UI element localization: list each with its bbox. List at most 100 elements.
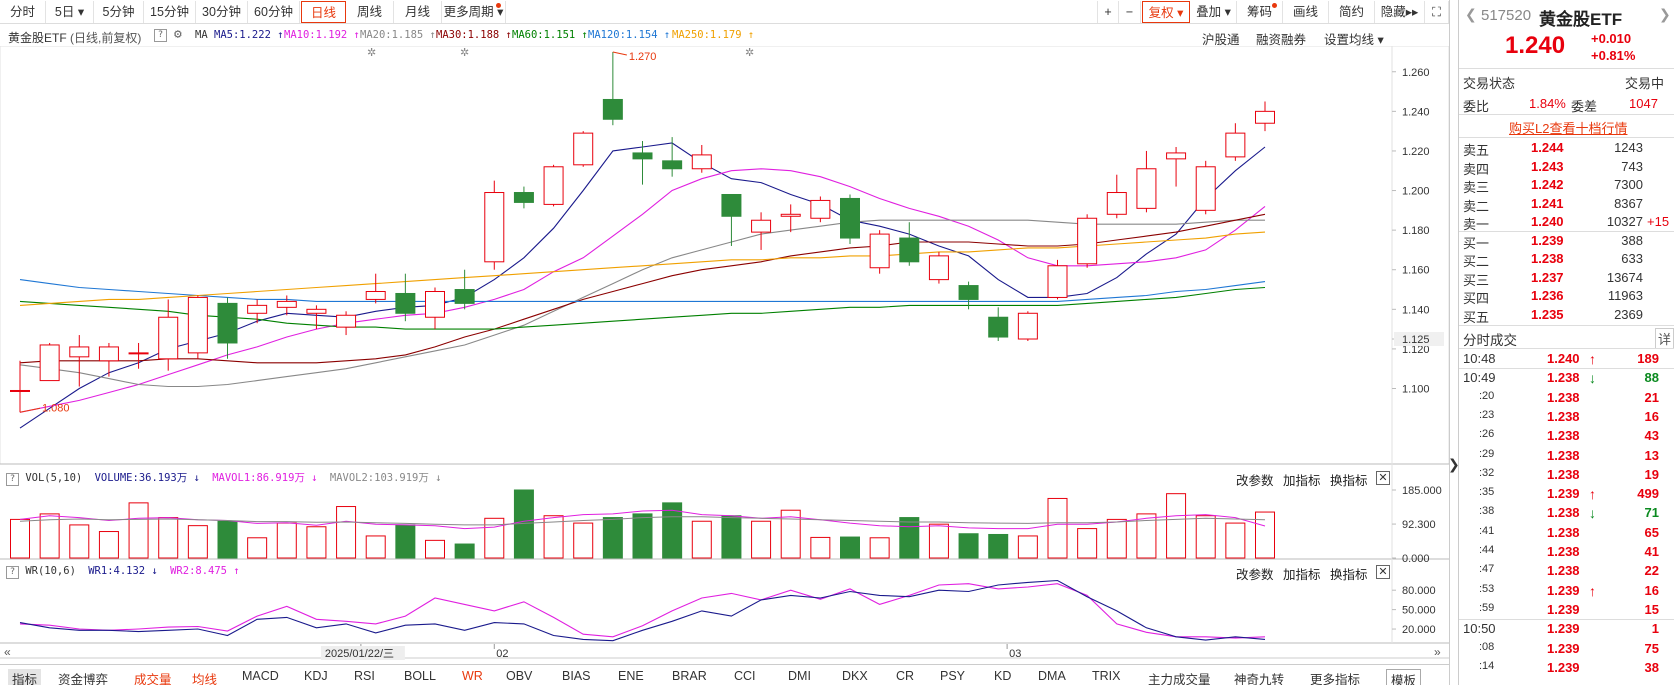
volume-bar [1077,528,1098,559]
fullscreen-icon[interactable]: ⛶ [1425,1,1449,23]
tick-time: 10:48 [1463,351,1496,366]
indicator-tab-19[interactable]: DMA [1038,669,1066,683]
indicator-tab-17[interactable]: PSY [940,669,965,683]
tick-time: :59 [1479,601,1495,614]
tick-volume: 65 [1644,524,1659,540]
y-tick-label: 1.140 [1402,304,1430,316]
indicator-tab-21[interactable]: 主力成交量 [1148,669,1211,685]
close-icon[interactable]: ✕ [1376,471,1390,485]
vol-add-indicator-button[interactable]: 加指标 [1283,470,1321,489]
indicator-tab-23[interactable]: 更多指标 [1310,669,1360,685]
indicator-tab-5[interactable]: KDJ [304,669,328,683]
indicator-tab-15[interactable]: DKX [842,669,868,683]
tick-volume: 41 [1644,544,1659,559]
orderbook-price: 1.242 [1531,177,1564,192]
orderbook-price: 1.239 [1531,232,1564,248]
indicator-tab-13[interactable]: CCI [734,669,756,683]
vol-volume-value: VOLUME:36.193万 ↓ [94,472,200,484]
indicator-tab-8[interactable]: WR [462,669,483,683]
volume-bar [1225,522,1246,559]
zoom-in-button[interactable]: + [1097,1,1119,23]
overlay-button[interactable]: 叠加 ▾ [1191,1,1237,23]
legend-ma5: MA5:1.222 ↑ [214,29,284,41]
candle-body [1017,312,1038,340]
tab-weekly[interactable]: 周线 [346,1,394,23]
tick-volume: 21 [1644,389,1659,405]
tab-fenshi[interactable]: 分时 [0,1,46,23]
vol-tick-label: 92.300 [1402,519,1436,531]
indicator-tab-22[interactable]: 神奇九转 [1234,669,1284,685]
tick-price: 1.238 [1547,466,1580,482]
low-marker-line [19,407,41,413]
volume-bar [988,533,1009,559]
tab-5min[interactable]: 5分钟 [94,1,144,23]
arrow-down-icon: ↓ [1589,505,1596,522]
tab-monthly[interactable]: 月线 [394,1,442,23]
chevron-right-icon[interactable]: ❯ [1659,6,1671,23]
simple-button[interactable]: 简约 [1329,1,1375,23]
candle-body [810,199,831,219]
orderbook-volume: 8367 [1614,195,1643,211]
indicator-tab-14[interactable]: DMI [788,669,811,683]
indicator-tab-2[interactable]: 成交量 [134,669,172,685]
orderbook-price: 1.236 [1531,288,1564,303]
wr-add-indicator-button[interactable]: 加指标 [1283,564,1321,583]
ticks-detail-button[interactable]: 详 [1655,328,1674,349]
indicator-tab-12[interactable]: BRAR [672,669,707,683]
help-icon[interactable]: ? [6,566,19,579]
y-tick-label: 1.220 [1402,146,1430,158]
indicator-tab-9[interactable]: OBV [506,669,532,683]
candle-body [1255,110,1275,124]
indicator-tab-4[interactable]: MACD [242,669,279,683]
legend-ma30: MA30:1.188 ↑ [436,29,512,41]
zoom-out-button[interactable]: − [1119,1,1141,23]
stock-name: 黄金股ETF [1539,10,1623,29]
hide-button[interactable]: 隐藏▸▸ [1375,1,1425,23]
indicator-tab-11[interactable]: ENE [618,669,644,683]
indicator-tab-16[interactable]: CR [896,669,914,683]
candle-body [632,152,653,160]
tab-5day[interactable]: 5日 ▾ [46,1,94,23]
vol-change-params-button[interactable]: 改参数 [1236,470,1274,489]
indicator-tab-20[interactable]: TRIX [1092,669,1120,683]
gear-icon[interactable]: ⚙ [174,27,182,42]
draw-line-button[interactable]: 画线 [1283,1,1329,23]
help-icon[interactable]: ? [6,473,19,486]
indicator-tab-18[interactable]: KD [994,669,1011,683]
wr-change-params-button[interactable]: 改参数 [1236,564,1274,583]
orderbook-label: 买三 [1463,272,1490,288]
candle-body [39,344,60,382]
indicator-tab-3[interactable]: 均线 [192,669,217,685]
arrow-up-icon: ↑ [1589,582,1596,599]
chevron-left-icon[interactable]: ❮ [1465,6,1477,23]
fuquan-button[interactable]: 复权 ▾ [1142,1,1190,23]
tab-15min[interactable]: 15分钟 [144,1,196,23]
tab-daily[interactable]: 日线 [301,1,346,23]
volume-bar [1106,518,1127,559]
help-icon[interactable]: ? [154,29,167,42]
indicator-tab-7[interactable]: BOLL [404,669,436,683]
weicha-value: 1047 [1629,96,1658,111]
indicator-tab-6[interactable]: RSI [354,669,375,683]
indicator-tab-10[interactable]: BIAS [562,669,591,683]
vol-switch-indicator-button[interactable]: 换指标 [1330,470,1368,489]
scroll-left-icon: « [4,645,11,659]
volume-bar [810,536,831,559]
wr-switch-indicator-button[interactable]: 换指标 [1330,564,1368,583]
volume-bar [365,535,386,559]
indicator-tab-1[interactable]: 资金博弈 [58,669,108,685]
l2-purchase-link[interactable]: 购买L2查看十档行情 [1509,118,1627,137]
notification-dot [1272,3,1277,8]
volume-bar [1017,535,1038,559]
vol-header: ? VOL(5,10) VOLUME:36.193万 ↓ MAVOL1:86.9… [6,470,442,486]
volume-bar [98,531,119,559]
indicator-tab-24[interactable]: 模板 [1386,669,1422,685]
tick-volume: 19 [1644,466,1659,482]
vol-tick-label: 0.000 [1402,553,1430,565]
close-icon[interactable]: ✕ [1376,565,1390,579]
overlay-label: 叠加 [1196,5,1222,19]
orderbook-price: 1.240 [1531,214,1564,229]
tick-time: :14 [1479,659,1495,672]
tab-30min[interactable]: 30分钟 [196,1,248,23]
tab-60min[interactable]: 60分钟 [248,1,300,23]
